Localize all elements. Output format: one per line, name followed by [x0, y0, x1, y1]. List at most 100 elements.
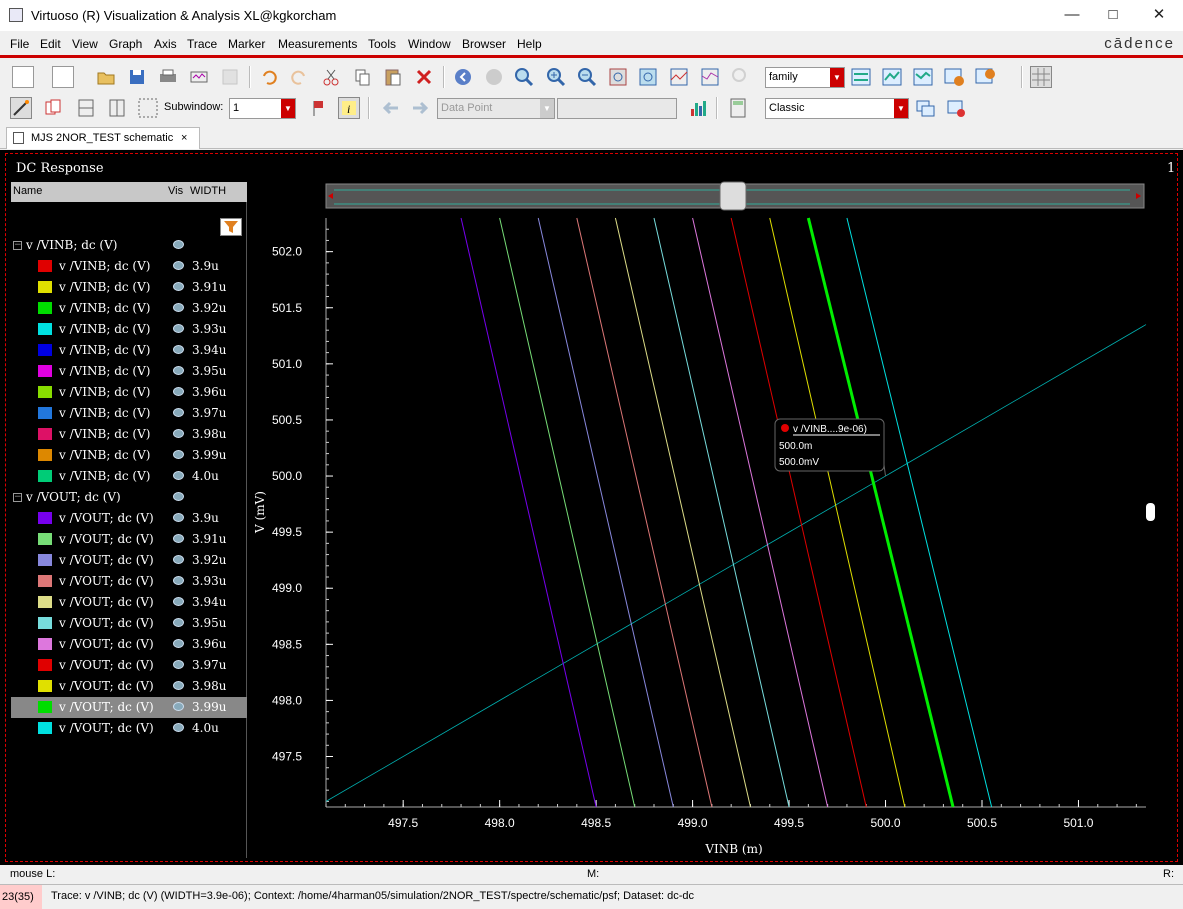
- zoom-in-icon[interactable]: [545, 66, 567, 88]
- wand-icon[interactable]: [10, 97, 32, 119]
- cut-icon[interactable]: [320, 66, 342, 88]
- vertical-split-icon[interactable]: [106, 97, 128, 119]
- histogram-icon[interactable]: [688, 97, 710, 119]
- series-line-3[interactable]: [537, 217, 674, 808]
- zoom-forward-icon[interactable]: [483, 66, 505, 88]
- close-tab-icon[interactable]: ×: [181, 128, 187, 148]
- y-tick-label: 502.0: [272, 245, 302, 259]
- series-line-7[interactable]: [692, 217, 829, 808]
- strip-mode-icon[interactable]: [881, 66, 903, 88]
- marker-label: v /VINB....9e-06): [793, 424, 867, 435]
- series-line-8[interactable]: [730, 217, 867, 808]
- style-select[interactable]: Classic ▼: [765, 98, 909, 119]
- menu-help[interactable]: Help: [517, 37, 542, 51]
- trace-swap-icon[interactable]: [850, 66, 872, 88]
- zoom-fit-icon[interactable]: [513, 66, 535, 88]
- flag-icon[interactable]: [308, 97, 330, 119]
- menu-file[interactable]: File: [10, 37, 29, 51]
- tab-label: MJS 2NOR_TEST schematic: [31, 132, 174, 144]
- arrow-left-icon[interactable]: [380, 97, 402, 119]
- menu-window[interactable]: Window: [408, 37, 451, 51]
- info-icon[interactable]: i: [338, 97, 360, 119]
- x-tick-label: 499.0: [678, 816, 708, 830]
- new-subwindow-icon[interactable]: [52, 66, 74, 88]
- plot-area[interactable]: 497.5 498.0 498.5 499.0 499.5 500.0 500.5 501.0…: [0, 150, 1183, 865]
- toolbar-separator: [443, 66, 445, 88]
- save-icon[interactable]: [126, 66, 148, 88]
- zoom-region-icon[interactable]: [699, 66, 721, 88]
- zoom-out-icon[interactable]: [576, 66, 598, 88]
- open-folder-icon[interactable]: [95, 66, 117, 88]
- chevron-down-icon: ▼: [894, 99, 908, 118]
- zoom-reset-icon[interactable]: [730, 66, 752, 88]
- y-tick-label: 500.0: [272, 469, 302, 483]
- svg-text:i: i: [347, 102, 350, 116]
- info-bar: 23(35) Trace: v /VINB; dc (V) (WIDTH=3.9…: [0, 884, 1183, 909]
- calculator-icon[interactable]: [727, 97, 749, 119]
- series-line-9[interactable]: [769, 217, 906, 808]
- y-tick-label: 498.5: [272, 637, 302, 651]
- grid-toggle-icon[interactable]: [1030, 66, 1052, 88]
- menu-browser[interactable]: Browser: [462, 37, 506, 51]
- arrow-right-icon[interactable]: [409, 97, 431, 119]
- print-icon[interactable]: [157, 66, 179, 88]
- window-copy-icon[interactable]: [914, 97, 936, 119]
- minimize-icon[interactable]: —: [1059, 5, 1085, 25]
- menu-marker[interactable]: Marker: [228, 37, 265, 51]
- overview-thumb[interactable]: [719, 181, 747, 211]
- maximize-icon[interactable]: □: [1100, 5, 1126, 25]
- series-line-4[interactable]: [576, 217, 713, 808]
- window-close-icon[interactable]: [945, 97, 967, 119]
- paste-icon[interactable]: [382, 66, 404, 88]
- data-point-value-field[interactable]: [557, 98, 677, 119]
- series-line-11[interactable]: [846, 217, 993, 808]
- y-tick-label: 500.5: [272, 413, 302, 427]
- toolbar-separator: [1021, 66, 1023, 88]
- cards-icon[interactable]: [42, 97, 64, 119]
- horizontal-split-icon[interactable]: [75, 97, 97, 119]
- menu-trace[interactable]: Trace: [187, 37, 217, 51]
- vertical-scroll-handle[interactable]: [1146, 503, 1155, 521]
- chevron-down-icon: ▼: [830, 68, 844, 87]
- zoom-y-icon[interactable]: [668, 66, 690, 88]
- menu-view[interactable]: View: [72, 37, 98, 51]
- tile-icon[interactable]: [137, 97, 159, 119]
- series-line-5[interactable]: [614, 217, 751, 808]
- stack-mode-icon[interactable]: [912, 66, 934, 88]
- data-point-select[interactable]: Data Point ▼: [437, 98, 555, 119]
- close-icon[interactable]: ✕: [1146, 5, 1172, 25]
- add-trace-icon[interactable]: [943, 66, 965, 88]
- menu-measurements[interactable]: Measurements: [278, 37, 357, 51]
- y-tick-label: 501.0: [272, 357, 302, 371]
- menu-axis[interactable]: Axis: [154, 37, 177, 51]
- brand-divider: [0, 55, 1183, 58]
- export-icon[interactable]: [219, 66, 241, 88]
- status-bar: mouse L: M: R:: [0, 866, 1183, 884]
- print-preview-icon[interactable]: [188, 66, 210, 88]
- zoom-back-icon[interactable]: [452, 66, 474, 88]
- menu-tools[interactable]: Tools: [368, 37, 396, 51]
- series-line-0[interactable]: [325, 324, 1147, 802]
- series-line-2[interactable]: [499, 217, 636, 808]
- family-select[interactable]: family ▼: [765, 67, 845, 88]
- series-line-1[interactable]: [460, 217, 597, 808]
- redo-icon[interactable]: [288, 66, 310, 88]
- menu-graph[interactable]: Graph: [109, 37, 142, 51]
- subwindow-select[interactable]: 1 ▼: [229, 98, 296, 119]
- status-message: Trace: v /VINB; dc (V) (WIDTH=3.9e-06); …: [51, 890, 695, 902]
- marker-y-value: 500.0mV: [779, 457, 819, 468]
- zoom-box-icon[interactable]: [637, 66, 659, 88]
- document-icon: [13, 132, 24, 144]
- graph-window: DC Response 1 Name Vis WIDTH − v /VINB; d…: [0, 150, 1183, 865]
- tab-schematic[interactable]: MJS 2NOR_TEST schematic ×: [6, 127, 200, 149]
- calculator-trace-icon[interactable]: [974, 66, 996, 88]
- delete-icon[interactable]: [413, 66, 435, 88]
- zoom-x-icon[interactable]: [607, 66, 629, 88]
- copy-icon[interactable]: [351, 66, 373, 88]
- menu-edit[interactable]: Edit: [40, 37, 61, 51]
- series-line-6[interactable]: [653, 217, 790, 808]
- new-window-icon[interactable]: [12, 66, 34, 88]
- series-line-10[interactable]: [806, 217, 955, 808]
- undo-icon[interactable]: [258, 66, 280, 88]
- chevron-down-icon: ▼: [540, 99, 554, 118]
